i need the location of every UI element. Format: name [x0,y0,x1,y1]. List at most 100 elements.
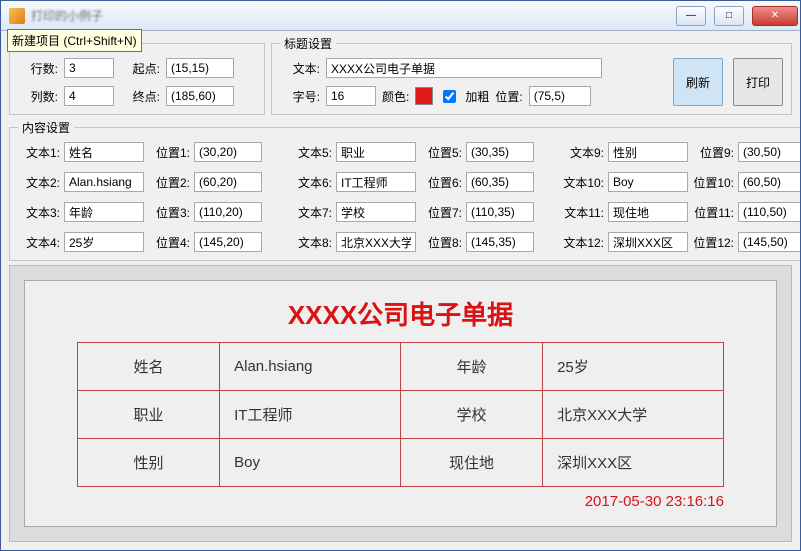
text-label: 文本6: [290,174,332,191]
cols-input[interactable] [64,86,114,106]
pos-input[interactable] [738,232,800,252]
bold-checkbox[interactable] [443,90,456,103]
text-input[interactable] [336,172,416,192]
content-item: 文本9:位置9: [562,142,800,162]
table-key: 性别 [78,439,220,487]
table-row: 职业IT工程师学校北京XXX大学 [78,391,724,439]
content-item: 文本3: 位置3: [18,202,262,222]
title-settings-legend: 标题设置 [280,35,336,52]
table-value: 25岁 [543,343,724,391]
end-input[interactable] [166,86,234,106]
pos-label: 位置5: [420,144,462,161]
table-row: 姓名Alan.hsiang年龄25岁 [78,343,724,391]
content-item: 文本4: 位置4: [18,232,262,252]
rows-input[interactable] [64,58,114,78]
table-value: 深圳XXX区 [543,439,724,487]
title-settings-group: 标题设置 文本: 字号: 颜色: 加粗 [271,35,792,115]
content-item: 文本1: 位置1: [18,142,262,162]
end-label: 终点: [120,88,160,105]
fontsize-input[interactable] [326,86,376,106]
text-input[interactable] [64,232,144,252]
pos-label: 位置6: [420,174,462,191]
print-button[interactable]: 打印 [733,58,783,106]
table-key: 职业 [78,391,220,439]
text-label: 文本1: [18,144,60,161]
rows-label: 行数: [18,60,58,77]
content-item: 文本5:位置5: [290,142,534,162]
app-icon [9,8,25,24]
refresh-button[interactable]: 刷新 [673,58,723,106]
table-row: 性别Boy现住地深圳XXX区 [78,439,724,487]
content-item: 文本2: 位置2: [18,172,262,192]
pos-label: 位置10: [692,174,734,191]
title-text-label: 文本: [280,60,320,77]
document-table: 姓名Alan.hsiang年龄25岁职业IT工程师学校北京XXX大学性别Boy现… [77,342,724,487]
titlebar: 打印的小例子 — □ ✕ 新建项目 (Ctrl+Shift+N) [1,1,800,31]
text-input[interactable] [64,172,144,192]
pos-input[interactable] [466,232,534,252]
minimize-button[interactable]: — [676,6,706,26]
text-label: 文本3: [18,204,60,221]
document-title: XXXX公司电子单据 [77,295,724,332]
pos-input[interactable] [194,142,262,162]
pos-label: 位置12: [692,234,734,251]
pos-label: 位置1: [148,144,190,161]
start-input[interactable] [166,58,234,78]
pos-input[interactable] [466,172,534,192]
content-item: 文本10: 位置10: [562,172,800,192]
color-swatch[interactable] [415,87,433,105]
text-label: 文本10: [562,174,604,191]
pos-label: 位置2: [148,174,190,191]
pos-input[interactable] [194,232,262,252]
pos-label: 位置4: [148,234,190,251]
text-input[interactable] [64,202,144,222]
table-key: 学校 [400,391,542,439]
text-input[interactable] [336,232,416,252]
text-input[interactable] [608,142,688,162]
text-input[interactable] [608,202,688,222]
pos-input[interactable] [738,142,800,162]
fontsize-label: 字号: [280,88,320,105]
text-input[interactable] [608,172,688,192]
pos-label: 位置3: [148,204,190,221]
paper: XXXX公司电子单据 姓名Alan.hsiang年龄25岁职业IT工程师学校北京… [24,280,777,527]
color-label: 颜色: [382,88,409,105]
text-label: 文本4: [18,234,60,251]
pos-input[interactable] [466,142,534,162]
text-label: 文本11: [562,204,604,221]
pos-label: 位置7: [420,204,462,221]
maximize-button[interactable]: □ [714,6,744,26]
text-input[interactable] [336,202,416,222]
text-label: 文本9: [562,144,604,161]
table-value: 北京XXX大学 [543,391,724,439]
text-input[interactable] [64,142,144,162]
start-label: 起点: [120,60,160,77]
text-input[interactable] [336,142,416,162]
text-label: 文本2: [18,174,60,191]
content-item: 文本12: 位置12: [562,232,800,252]
title-text-input[interactable] [326,58,602,78]
content-item: 文本6: 位置6: [290,172,534,192]
text-input[interactable] [608,232,688,252]
print-preview: XXXX公司电子单据 姓名Alan.hsiang年龄25岁职业IT工程师学校北京… [9,265,792,542]
table-key: 姓名 [78,343,220,391]
text-label: 文本12: [562,234,604,251]
bold-label: 加粗 [465,88,489,105]
window-title: 打印的小例子 [31,7,103,24]
title-pos-input[interactable] [529,86,591,106]
title-pos-label: 位置: [495,88,522,105]
pos-input[interactable] [466,202,534,222]
table-value: Boy [220,439,401,487]
tooltip: 新建项目 (Ctrl+Shift+N) [7,29,142,52]
pos-input[interactable] [194,172,262,192]
pos-input[interactable] [738,172,800,192]
content-settings-legend: 内容设置 [18,119,74,136]
pos-input[interactable] [194,202,262,222]
text-label: 文本7: [290,204,332,221]
pos-label: 位置8: [420,234,462,251]
pos-input[interactable] [738,202,800,222]
close-button[interactable]: ✕ [752,6,798,26]
content-item: 文本11:位置11: [562,202,800,222]
content-item: 文本8:位置8: [290,232,534,252]
table-value: Alan.hsiang [220,343,401,391]
